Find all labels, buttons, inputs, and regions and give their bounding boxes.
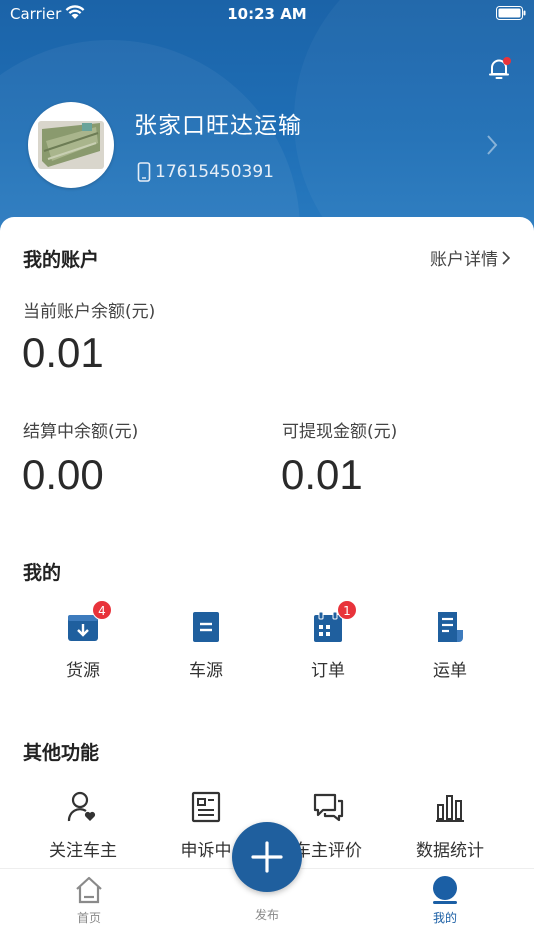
phone-icon bbox=[137, 162, 151, 182]
vehicle-source-icon bbox=[193, 612, 219, 642]
tab-home-label: 首页 bbox=[76, 911, 101, 925]
company-name: 张家口旺达运输 bbox=[134, 113, 302, 139]
chevron-right-icon[interactable] bbox=[486, 134, 498, 156]
status-bar: Carrier 10:23 AM bbox=[0, 0, 534, 28]
mine-title: 我的 bbox=[23, 562, 62, 584]
account-title: 我的账户 bbox=[23, 249, 100, 271]
status-time: 10:23 AM bbox=[227, 5, 307, 23]
grid-item-vehicle-source[interactable]: 车源 bbox=[146, 610, 266, 681]
grid-item-label: 车源 bbox=[189, 661, 223, 681]
profile-icon bbox=[433, 876, 457, 904]
home-icon bbox=[76, 876, 102, 904]
grid-item-follow-driver[interactable]: 关注车主 bbox=[23, 790, 143, 861]
grid-item-waybill[interactable]: 运单 bbox=[390, 610, 510, 681]
grid-item-order[interactable]: 1 订单 bbox=[268, 600, 388, 681]
other-functions-title: 其他功能 bbox=[23, 742, 100, 764]
publish-label: 发布 bbox=[254, 908, 279, 922]
battery-icon bbox=[496, 6, 526, 20]
order-badge: 1 bbox=[337, 600, 357, 620]
tab-mine[interactable]: 我的 bbox=[390, 875, 500, 926]
cargo-badge: 4 bbox=[92, 600, 112, 620]
plus-icon bbox=[251, 841, 283, 873]
grid-item-label: 关注车主 bbox=[49, 841, 117, 861]
settling-value: 0.00 bbox=[22, 451, 104, 498]
phone-number: 17615450391 bbox=[155, 162, 274, 182]
avatar-image bbox=[38, 121, 104, 169]
tab-home[interactable]: 首页 bbox=[34, 875, 144, 926]
complaint-icon bbox=[191, 791, 221, 823]
balance-label: 当前账户余额(元) bbox=[23, 302, 156, 322]
grid-item-label: 订单 bbox=[311, 661, 345, 681]
withdrawable-value: 0.01 bbox=[281, 451, 363, 498]
tab-mine-label: 我的 bbox=[432, 911, 457, 925]
notification-bell-icon[interactable] bbox=[486, 56, 512, 82]
balance-value: 0.01 bbox=[22, 329, 104, 376]
grid-item-statistics[interactable]: 数据统计 bbox=[390, 790, 510, 861]
publish-button[interactable] bbox=[232, 822, 302, 892]
waybill-icon bbox=[438, 612, 463, 642]
withdrawable-label: 可提现金额(元) bbox=[282, 422, 398, 442]
grid-item-label: 运单 bbox=[433, 661, 467, 681]
settling-label: 结算中余额(元) bbox=[23, 422, 139, 442]
phone-row: 17615450391 bbox=[137, 162, 274, 182]
chevron-right-icon bbox=[502, 250, 510, 265]
grid-item-label: 申诉中 bbox=[180, 841, 232, 861]
account-detail-link[interactable]: 账户详情 bbox=[430, 245, 510, 270]
account-detail-label: 账户详情 bbox=[430, 250, 498, 270]
grid-item-cargo-source[interactable]: 4 货源 bbox=[23, 600, 143, 681]
grid-item-label: 数据统计 bbox=[416, 841, 484, 861]
grid-item-label: 车主评价 bbox=[294, 841, 362, 861]
driver-review-icon bbox=[313, 793, 344, 822]
follow-driver-icon bbox=[67, 791, 96, 822]
statistics-icon bbox=[436, 795, 464, 822]
grid-item-label: 货源 bbox=[66, 661, 100, 681]
avatar[interactable] bbox=[28, 102, 114, 188]
